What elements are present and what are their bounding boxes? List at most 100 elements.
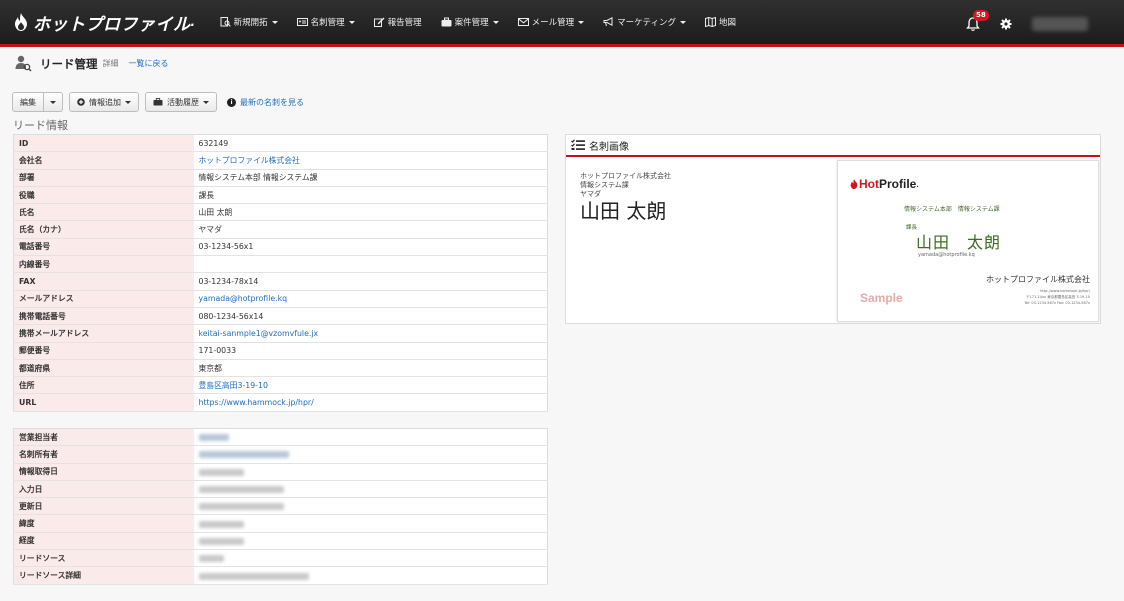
gear-icon[interactable] xyxy=(1000,18,1012,30)
field-value: 東京都 xyxy=(193,359,548,378)
table-row: 更新日 xyxy=(13,497,548,516)
field-value: 632149 xyxy=(193,134,548,153)
person-search-icon xyxy=(15,55,32,72)
card-address: 〒171-14xx 東京都豊島区高田 3-19-10 xyxy=(1026,295,1090,299)
back-to-list-link[interactable]: 一覧に戻る xyxy=(129,58,169,69)
field-label: 郵便番号 xyxy=(13,342,194,360)
redacted-value xyxy=(198,572,309,580)
field-value: 171-0033 xyxy=(193,342,548,360)
brand-logo[interactable]: ホットプロファイル. xyxy=(14,10,196,35)
checklist-icon xyxy=(571,139,585,150)
nav-item-envelope[interactable]: メール管理 xyxy=(517,16,585,28)
table-row: 経度 xyxy=(13,532,548,551)
card-panel-title: 名刺画像 xyxy=(589,141,629,153)
field-value-redacted[interactable] xyxy=(193,445,548,464)
nav-item-label: 新規開拓 xyxy=(233,18,268,28)
table-row: 携帯メールアドレス keitai-sanmple1@vzomvfule.jx xyxy=(13,324,548,343)
table-row: 都道府県 東京都 xyxy=(13,359,548,378)
field-value-redacted xyxy=(193,514,548,533)
megaphone-icon xyxy=(603,17,617,27)
page-title: リード管理 xyxy=(40,56,98,71)
briefcase-icon xyxy=(153,98,163,106)
card-image-panel: 名刺画像 ホットプロファイル株式会社 情報システム課 ヤマダ 山田 太朗 Hot… xyxy=(565,134,1101,324)
field-value-link[interactable]: keitai-sanmple1@vzomvfule.jx xyxy=(193,324,548,343)
ocr-company: ホットプロファイル株式会社 xyxy=(580,172,671,180)
field-label: 都道府県 xyxy=(13,359,194,378)
field-label: 携帯電話番号 xyxy=(13,307,194,326)
flame-icon xyxy=(15,13,27,31)
redacted-value xyxy=(198,451,289,459)
table-row: 電話番号 03-1234-56x1 xyxy=(13,238,548,257)
ocr-department: 情報システム課 xyxy=(580,181,629,189)
table-row: 部署 情報システム本部 情報システム課 xyxy=(13,169,548,187)
field-value-redacted[interactable] xyxy=(193,428,548,447)
latest-card-link[interactable]: i 最新の名刺を見る xyxy=(227,97,304,108)
activity-history-button[interactable]: 活動履歴 xyxy=(145,92,217,112)
document-search-icon xyxy=(220,17,234,27)
field-label: 経度 xyxy=(13,532,194,551)
nav-item-briefcase[interactable]: 案件管理 xyxy=(441,16,499,28)
flame-icon xyxy=(850,179,858,189)
caret-down-icon xyxy=(271,20,278,24)
field-value: 情報システム本部 情報システム課 xyxy=(193,169,548,187)
edit-dropdown-toggle[interactable] xyxy=(44,92,63,112)
field-value: ヤマダ xyxy=(193,220,548,239)
table-row: URL https://www.hammock.jp/hpr/ xyxy=(13,393,548,412)
nav-item-document-search[interactable]: 新規開拓 xyxy=(220,16,278,28)
main-menu: 新規開拓 名刺管理 報告管理 案件管理 メール管理 マーケティング 地図 xyxy=(220,16,755,28)
field-value-redacted xyxy=(193,549,548,568)
field-label: FAX xyxy=(13,272,194,291)
briefcase-icon xyxy=(441,17,455,27)
table-row: 会社名 ホットプロファイル株式会社 xyxy=(13,151,548,170)
field-value-link[interactable]: 豊島区高田3-19-10 xyxy=(193,376,548,395)
card-panel-header: 名刺画像 xyxy=(566,135,1100,157)
card-email: yamada@hotprofile.kq xyxy=(918,252,975,258)
card-name: 山田 太朗 xyxy=(916,233,1002,252)
field-value-link[interactable]: https://www.hammock.jp/hpr/ xyxy=(193,393,548,412)
card-phone: Tel: 03-1234-567x Fax: 03-1234-567x xyxy=(1024,301,1090,305)
field-label: URL xyxy=(13,393,194,412)
top-navbar: ホットプロファイル. 新規開拓 名刺管理 報告管理 案件管理 メール管理 マーケティング 地… xyxy=(0,0,1124,47)
field-value-link[interactable]: ホットプロファイル株式会社 xyxy=(193,151,548,170)
field-value-redacted xyxy=(193,463,548,481)
redacted-value xyxy=(198,468,244,476)
add-info-button[interactable]: 情報追加 xyxy=(69,92,139,112)
business-card-image[interactable]: Hot Profile. 情報システム本部 情報システム課 課長 山田 太朗 ya… xyxy=(837,160,1099,322)
table-row: リードソース xyxy=(13,549,548,568)
redacted-value xyxy=(198,434,229,442)
map-icon xyxy=(704,17,719,27)
nav-item-label: 報告管理 xyxy=(387,18,422,28)
caret-down-icon xyxy=(125,100,131,104)
lead-info-table: ID 632149 会社名 ホットプロファイル株式会社 部署 情報システム本部 情報システ… xyxy=(13,134,548,412)
edit-button[interactable]: 編集 xyxy=(12,92,44,112)
edit-icon xyxy=(373,17,388,27)
field-label: 電話番号 xyxy=(13,238,194,257)
notification-bell[interactable]: 58 xyxy=(964,9,989,33)
ocr-kana: ヤマダ xyxy=(580,190,601,198)
field-value: 03-1234-56x1 xyxy=(193,238,548,257)
table-row: 氏名（カナ） ヤマダ xyxy=(13,220,548,239)
field-label: 情報取得日 xyxy=(13,463,194,481)
field-label: 氏名（カナ） xyxy=(13,220,194,239)
user-menu[interactable] xyxy=(1032,16,1088,31)
card-logo-dot: . xyxy=(916,179,919,189)
field-label: 更新日 xyxy=(13,497,194,516)
page-header: リード管理 詳細 一覧に戻る xyxy=(15,55,169,72)
notification-count-badge: 58 xyxy=(973,9,989,21)
table-row: 氏名 山田 太朗 xyxy=(13,203,548,222)
latest-card-label: 最新の名刺を見る xyxy=(240,97,304,107)
info-icon: i xyxy=(227,97,236,107)
field-label: 内線番号 xyxy=(13,255,194,274)
field-label: 営業担当者 xyxy=(13,428,194,447)
nav-item-id-card[interactable]: 名刺管理 xyxy=(296,16,355,28)
field-label: ID xyxy=(13,134,194,153)
field-value: 山田 太朗 xyxy=(193,203,548,222)
table-row: 住所 豊島区高田3-19-10 xyxy=(13,376,548,395)
field-value-link[interactable]: yamada@hotprofile.kq xyxy=(193,290,548,308)
nav-item-map[interactable]: 地図 xyxy=(704,16,736,28)
nav-item-label: 地図 xyxy=(718,18,736,28)
edit-button-group: 編集 xyxy=(12,92,63,112)
nav-item-megaphone[interactable]: マーケティング xyxy=(603,16,686,28)
nav-item-edit[interactable]: 報告管理 xyxy=(373,16,422,28)
field-value: 080-1234-56x14 xyxy=(193,307,548,326)
